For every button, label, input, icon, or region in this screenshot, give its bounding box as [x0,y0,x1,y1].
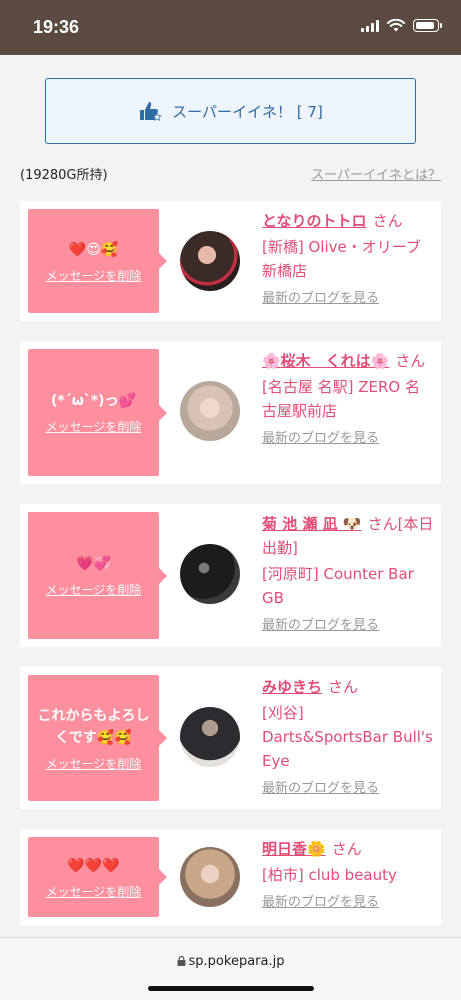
status-icons [361,19,442,32]
message-bubble: ❤️❤️❤️ メッセージを削除 [28,837,167,917]
signal-icon [361,19,379,32]
wifi-icon [387,19,405,32]
super-like-card: (*´ω`*)っ💕 メッセージを削除 🌸桜木 くれは🌸 さん [名古屋 名駅] Z… [20,341,441,484]
owned-points: (19280G所持) [20,168,108,183]
super-like-card: 💗💞 メッセージを削除 菊 池 瀬 凪 🐶 さん[本日出勤] [河原町] Coun… [20,504,441,647]
latest-blog-link[interactable]: 最新のブログを見る [262,614,434,638]
shop-link[interactable]: [柏市] club beauty [262,863,434,887]
delete-message-link[interactable]: メッセージを削除 [46,883,142,900]
cast-name-link[interactable]: 菊 池 瀬 凪 🐶 [262,515,362,533]
shop-link[interactable]: [新橋] Olive・オリーブ新橋店 [262,235,434,283]
message-bubble: これからもよろしくです🥰🥰 メッセージを削除 [28,675,167,801]
honorific: さん [331,840,362,858]
super-like-label: スーパーイイネ！ [ 7] [172,102,323,121]
latest-blog-link[interactable]: 最新のブログを見る [262,891,434,915]
address-bar-content: sp.pokepara.jp [0,954,461,969]
super-like-help-link[interactable]: スーパーイイネとは？ [311,164,441,183]
shop-link[interactable]: [名古屋 名駅] ZERO 名古屋駅前店 [262,375,434,423]
delete-message-link[interactable]: メッセージを削除 [46,581,142,598]
shop-link[interactable]: [刈谷] Darts&SportsBar Bull's Eye [262,701,434,773]
cast-name-link[interactable]: となりのトトロ [262,212,367,230]
message-bubble: ❤️😍🥰 メッセージを削除 [28,209,167,313]
message-text: これからもよろしくです🥰🥰 [37,707,150,746]
delete-message-link[interactable]: メッセージを削除 [46,418,142,435]
latest-blog-link[interactable]: 最新のブログを見る [262,777,434,801]
message-bubble: 💗💞 メッセージを削除 [28,512,167,639]
thumbs-up-star-icon [140,102,162,121]
status-bar: 19:36 [0,0,461,55]
message-text: ❤️❤️❤️ [67,857,120,874]
honorific: さん [395,352,426,370]
delete-message-link[interactable]: メッセージを削除 [46,267,142,284]
latest-blog-link[interactable]: 最新のブログを見る [262,287,434,311]
super-like-card: ❤️❤️❤️ メッセージを削除 明日香🌼 さん [柏市] club beauty … [20,829,441,925]
avatar[interactable] [180,231,240,291]
message-bubble: (*´ω`*)っ💕 メッセージを削除 [28,349,167,476]
status-time: 19:36 [33,17,80,37]
avatar[interactable] [180,847,240,907]
url-text: sp.pokepara.jp [188,954,285,969]
super-like-card: ❤️😍🥰 メッセージを削除 となりのトトロ さん [新橋] Olive・オリーブ新… [20,201,441,321]
shop-link[interactable]: [河原町] Counter Bar GB [262,562,434,610]
message-text: ❤️😍🥰 [68,241,119,258]
honorific: さん [328,678,359,696]
avatar[interactable] [180,707,240,767]
avatar[interactable] [180,544,240,604]
cast-name-link[interactable]: 明日香🌼 [262,840,326,858]
home-indicator[interactable] [148,986,314,991]
battery-icon [413,19,442,32]
lock-icon [177,956,186,966]
delete-message-link[interactable]: メッセージを削除 [46,755,142,772]
super-like-button[interactable]: スーパーイイネ！ [ 7] [45,78,416,144]
avatar[interactable] [180,381,240,441]
cast-name-link[interactable]: みゆきち [262,678,322,696]
super-like-card: これからもよろしくです🥰🥰 メッセージを削除 みゆきち さん [刈谷] Darts… [20,667,441,809]
message-text: (*´ω`*)っ💕 [50,393,137,409]
message-text: 💗💞 [76,556,111,572]
honorific: さん [372,212,403,230]
latest-blog-link[interactable]: 最新のブログを見る [262,427,434,451]
cast-name-link[interactable]: 🌸桜木 くれは🌸 [262,352,389,370]
